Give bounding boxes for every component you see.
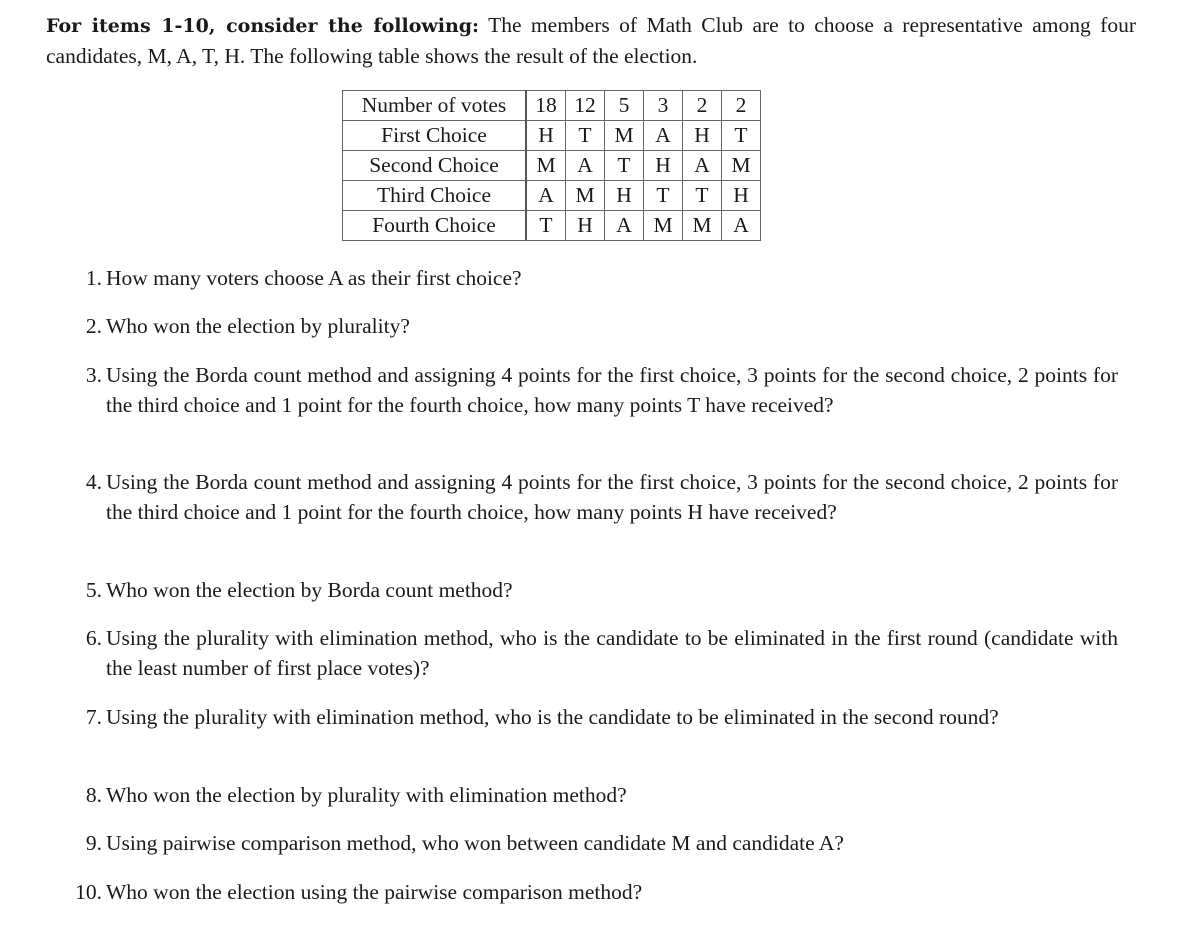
table-cell: M — [525, 150, 566, 181]
table-cell: T — [565, 120, 605, 151]
row-label: Fourth Choice — [342, 210, 527, 241]
table-cell: M — [682, 210, 722, 241]
question-number: 9. — [85, 831, 102, 855]
row-label: Number of votes — [342, 90, 527, 121]
question-number: 10. — [75, 880, 102, 904]
question-text: Who won the election by plurality? — [106, 314, 410, 338]
table-row-first-choice: First Choice H T M A H T — [342, 120, 761, 151]
question-item: 10. Who won the election using the pairw… — [50, 877, 1118, 907]
table-cell: A — [604, 210, 644, 241]
question-item: 6. Using the plurality with elimination … — [50, 623, 1118, 683]
table-cell: H — [525, 120, 566, 151]
question-number: 2. — [85, 314, 102, 338]
table-cell: H — [721, 180, 761, 211]
table-row-fourth-choice: Fourth Choice T H A M M A — [342, 210, 761, 241]
table-cell: M — [565, 180, 605, 211]
question-number: 6. — [85, 626, 102, 650]
question-text: Who won the election using the pairwise … — [106, 880, 643, 904]
question-item: 4. Using the Borda count method and assi… — [50, 467, 1118, 527]
question-number: 7. — [85, 705, 102, 729]
question-text: Using pairwise comparison method, who wo… — [106, 831, 844, 855]
question-item: 3. Using the Borda count method and assi… — [50, 360, 1118, 420]
preference-table: Number of votes 18 12 5 3 2 2 First Choi… — [342, 90, 761, 241]
table-cell: T — [643, 180, 683, 211]
table-row-votes: Number of votes 18 12 5 3 2 2 — [342, 90, 761, 121]
question-item: 1. How many voters choose A as their fir… — [50, 263, 1118, 293]
question-item: 7. Using the plurality with elimination … — [50, 702, 1118, 732]
table-cell: T — [525, 210, 566, 241]
table-cell: 12 — [565, 90, 605, 121]
question-item: 2. Who won the election by plurality? — [50, 311, 1118, 341]
question-text: Using the Borda count method and assigni… — [106, 470, 1118, 524]
table-cell: H — [682, 120, 722, 151]
table-cell: M — [643, 210, 683, 241]
question-item: 9. Using pairwise comparison method, who… — [50, 828, 1118, 858]
row-label: First Choice — [342, 120, 527, 151]
table-cell: 2 — [682, 90, 722, 121]
table-cell: H — [565, 210, 605, 241]
question-number: 1. — [85, 266, 102, 290]
table-cell: M — [604, 120, 644, 151]
table-cell: H — [604, 180, 644, 211]
table-cell: A — [525, 180, 566, 211]
table-row-second-choice: Second Choice M A T H A M — [342, 150, 761, 181]
question-item: 5. Who won the election by Borda count m… — [50, 575, 1118, 605]
table-row-third-choice: Third Choice A M H T T H — [342, 180, 761, 211]
table-cell: 2 — [721, 90, 761, 121]
table-cell: 18 — [525, 90, 566, 121]
table-cell: A — [643, 120, 683, 151]
table-cell: A — [682, 150, 722, 181]
question-number: 4. — [85, 470, 102, 494]
row-label: Third Choice — [342, 180, 527, 211]
question-number: 5. — [85, 578, 102, 602]
question-item: 8. Who won the election by plurality wit… — [50, 780, 1118, 810]
intro-bold-lead: For items 1-10, consider the following: — [46, 15, 480, 37]
question-text: Using the plurality with elimination met… — [106, 626, 1118, 680]
table-cell: A — [565, 150, 605, 181]
question-text: Using the Borda count method and assigni… — [106, 363, 1118, 417]
table-cell: T — [604, 150, 644, 181]
table-cell: A — [721, 210, 761, 241]
table-cell: T — [682, 180, 722, 211]
table-cell: T — [721, 120, 761, 151]
row-label: Second Choice — [342, 150, 527, 181]
question-number: 3. — [85, 363, 102, 387]
table-cell: H — [643, 150, 683, 181]
question-text: Using the plurality with elimination met… — [106, 705, 999, 729]
intro-paragraph: For items 1-10, consider the following: … — [46, 10, 1136, 71]
question-text: Who won the election by plurality with e… — [106, 783, 627, 807]
table-cell: 5 — [604, 90, 644, 121]
table-cell: 3 — [643, 90, 683, 121]
question-number: 8. — [85, 783, 102, 807]
table-cell: M — [721, 150, 761, 181]
question-text: How many voters choose A as their first … — [106, 266, 522, 290]
question-text: Who won the election by Borda count meth… — [106, 578, 513, 602]
